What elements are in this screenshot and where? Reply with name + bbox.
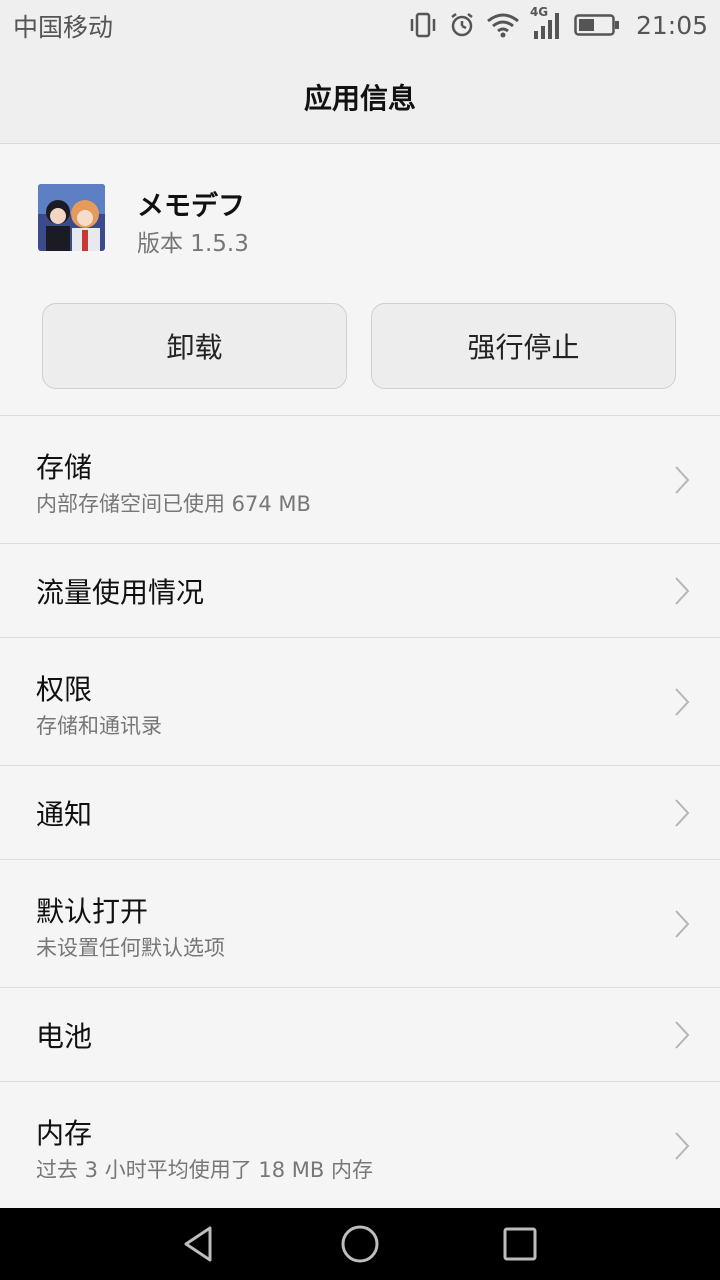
status-icons: 4G 21:05: [408, 5, 708, 44]
storage-item[interactable]: 存储 内部存储空间已使用 674 MB: [0, 416, 720, 544]
back-icon[interactable]: [178, 1222, 222, 1266]
app-icon: [38, 184, 105, 251]
app-info-screen: 中国移动 4G 21:05 应用信息 メモデフ 版本 1.5.3 卸载 强行停止…: [0, 0, 720, 1280]
battery-icon: [574, 13, 620, 37]
recent-apps-icon[interactable]: [498, 1222, 542, 1266]
wifi-icon: [486, 12, 520, 38]
chevron-right-icon: [675, 910, 690, 938]
chevron-right-icon: [675, 799, 690, 827]
vibrate-icon: [408, 11, 438, 39]
home-icon[interactable]: [338, 1222, 382, 1266]
open-by-default-title: 默认打开: [36, 895, 149, 928]
uninstall-button[interactable]: 卸载: [42, 303, 347, 389]
storage-subtitle: 内部存储空间已使用 674 MB: [36, 492, 311, 516]
app-header: メモデフ 版本 1.5.3 卸载 强行停止: [0, 144, 720, 416]
memory-item[interactable]: 内存 过去 3 小时平均使用了 18 MB 内存: [0, 1082, 720, 1210]
permissions-subtitle: 存储和通讯录: [36, 714, 162, 738]
chevron-right-icon: [675, 1132, 690, 1160]
battery-title: 电池: [36, 1020, 93, 1053]
clock: 21:05: [635, 10, 708, 40]
chevron-right-icon: [675, 577, 690, 605]
status-bar: 中国移动 4G 21:05: [0, 0, 720, 50]
chevron-right-icon: [675, 466, 690, 494]
open-by-default-subtitle: 未设置任何默认选项: [36, 936, 225, 960]
page-title: 应用信息: [303, 81, 416, 115]
app-version: 版本 1.5.3: [137, 231, 249, 257]
app-name: メモデフ: [137, 191, 245, 222]
storage-title: 存储: [36, 451, 93, 484]
navigation-bar: [0, 1208, 720, 1280]
memory-title: 内存: [36, 1117, 93, 1150]
notifications-title: 通知: [36, 798, 93, 831]
force-stop-button[interactable]: 强行停止: [371, 303, 676, 389]
data-usage-title: 流量使用情况: [36, 576, 205, 609]
permissions-item[interactable]: 权限 存储和通讯录: [0, 638, 720, 766]
battery-item[interactable]: 电池: [0, 988, 720, 1082]
data-usage-item[interactable]: 流量使用情况: [0, 544, 720, 638]
permissions-title: 权限: [36, 673, 93, 706]
notifications-item[interactable]: 通知: [0, 766, 720, 860]
title-bar: 应用信息: [0, 50, 720, 144]
chevron-right-icon: [675, 1021, 690, 1049]
carrier-name: 中国移动: [13, 13, 114, 42]
chevron-right-icon: [675, 688, 690, 716]
cellular-signal-icon: 4G: [530, 5, 564, 41]
open-by-default-item[interactable]: 默认打开 未设置任何默认选项: [0, 860, 720, 988]
alarm-icon: [448, 11, 476, 39]
settings-list: 存储 内部存储空间已使用 674 MB 流量使用情况 权限 存储和通讯录 通知 …: [0, 416, 720, 1210]
memory-subtitle: 过去 3 小时平均使用了 18 MB 内存: [36, 1158, 373, 1182]
